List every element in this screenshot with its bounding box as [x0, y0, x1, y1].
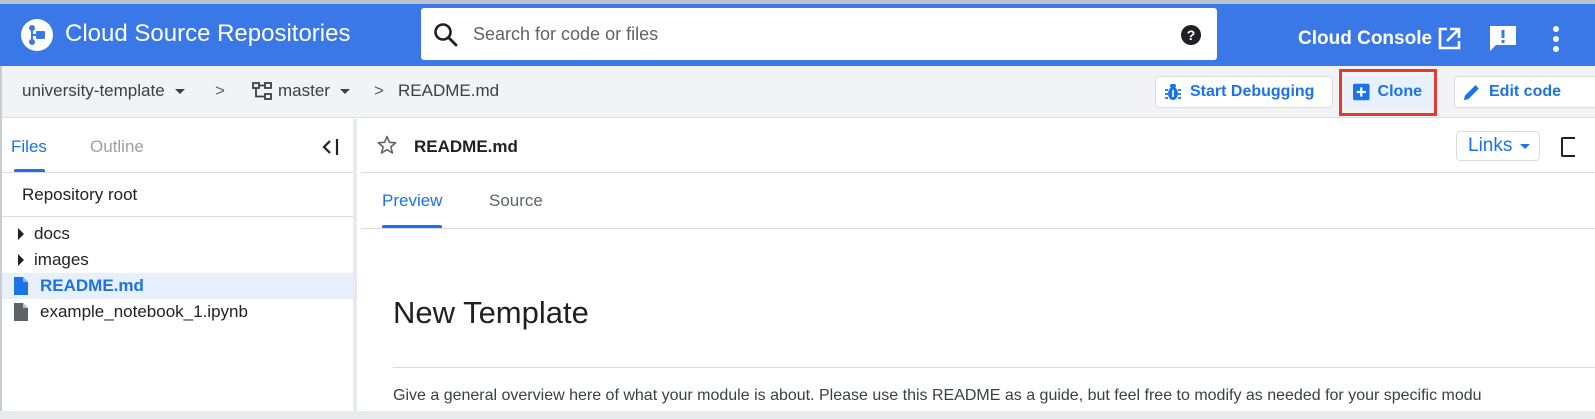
add-box-icon	[1353, 83, 1370, 101]
branch-name: master	[278, 81, 330, 100]
links-label: Links	[1468, 135, 1513, 156]
window-edge	[0, 66, 2, 419]
breadcrumb-separator: >	[374, 81, 384, 100]
links-dropdown[interactable]: Links	[1456, 131, 1540, 161]
tree-item-label: docs	[34, 224, 70, 243]
tree-folder-docs[interactable]: docs	[0, 221, 353, 247]
app-title[interactable]: Cloud Source Repositories	[65, 20, 350, 48]
search-icon	[434, 23, 458, 47]
active-tab-indicator	[382, 225, 442, 228]
tree-item-label: images	[34, 250, 89, 269]
markdown-heading: New Template	[393, 295, 589, 330]
chevron-down-icon	[174, 88, 185, 94]
tab-source[interactable]: Source	[489, 191, 543, 211]
tree-file-readme[interactable]: README.md	[0, 273, 353, 299]
collapse-panel-icon[interactable]	[320, 137, 342, 157]
open-external-icon	[1438, 27, 1461, 50]
feedback-icon[interactable]	[1488, 24, 1518, 52]
repo-name: university-template	[22, 81, 165, 100]
window-bottom-edge	[0, 411, 1595, 419]
tree-item-label: example_notebook_1.ipynb	[40, 302, 248, 321]
breadcrumb-file[interactable]: README.md	[398, 81, 499, 101]
top-app-bar: Cloud Source Repositories ? Cloud Consol…	[0, 0, 1595, 66]
clone-label: Clone	[1377, 83, 1422, 100]
repository-root[interactable]: Repository root	[0, 173, 353, 217]
tree-file-notebook[interactable]: example_notebook_1.ipynb	[0, 299, 353, 325]
expand-arrow-icon	[18, 228, 24, 240]
file-title: README.md	[414, 137, 518, 156]
tab-preview[interactable]: Preview	[382, 191, 442, 211]
breadcrumb-bar: university-template > master > README.md…	[0, 66, 1595, 118]
chevron-down-icon	[339, 88, 350, 94]
edit-code-label: Edit code	[1489, 83, 1562, 100]
tab-outline[interactable]: Outline	[90, 137, 144, 157]
clone-button[interactable]: Clone	[1344, 76, 1433, 108]
repo-logo-icon[interactable]	[20, 18, 54, 52]
tree-item-label: README.md	[40, 276, 144, 295]
active-tab-indicator	[14, 169, 45, 172]
file-browser-panel: Files Outline Repository root docs image…	[0, 119, 357, 419]
start-debugging-label: Start Debugging	[1190, 83, 1315, 100]
search-box[interactable]: ?	[421, 8, 1217, 60]
file-icon	[14, 277, 28, 295]
markdown-paragraph: Give a general overview here of what you…	[393, 387, 1482, 404]
cloud-console-label: Cloud Console	[1298, 28, 1433, 49]
cloud-console-link[interactable]: Cloud Console	[1298, 26, 1462, 52]
heading-divider	[393, 367, 1595, 368]
file-header: README.md Links	[361, 119, 1595, 173]
edit-code-button[interactable]: Edit code	[1454, 76, 1595, 108]
bug-icon	[1165, 84, 1181, 100]
start-debugging-button[interactable]: Start Debugging	[1155, 76, 1333, 108]
repo-selector[interactable]: university-template	[22, 81, 185, 101]
breadcrumb-separator: >	[215, 81, 225, 100]
tree-folder-images[interactable]: images	[0, 247, 353, 273]
file-tree: docs images README.md example_notebook_1…	[0, 217, 353, 325]
chevron-down-icon	[1520, 143, 1531, 149]
expand-arrow-icon	[18, 254, 24, 266]
viewer-tabs: Preview Source	[361, 173, 1595, 229]
tab-files[interactable]: Files	[11, 137, 47, 157]
help-icon[interactable]: ?	[1181, 25, 1201, 45]
star-icon[interactable]	[377, 135, 397, 155]
sidebar-tabs: Files Outline	[0, 119, 353, 173]
file-viewer: README.md Links Preview Source New Templ…	[361, 119, 1595, 419]
more-vert-icon[interactable]	[1550, 24, 1562, 54]
branch-icon	[252, 82, 272, 100]
search-input[interactable]	[471, 18, 1151, 50]
pencil-icon	[1464, 85, 1479, 100]
side-panel-icon[interactable]	[1561, 137, 1575, 157]
branch-selector[interactable]: master	[252, 81, 350, 101]
file-icon	[14, 303, 28, 321]
